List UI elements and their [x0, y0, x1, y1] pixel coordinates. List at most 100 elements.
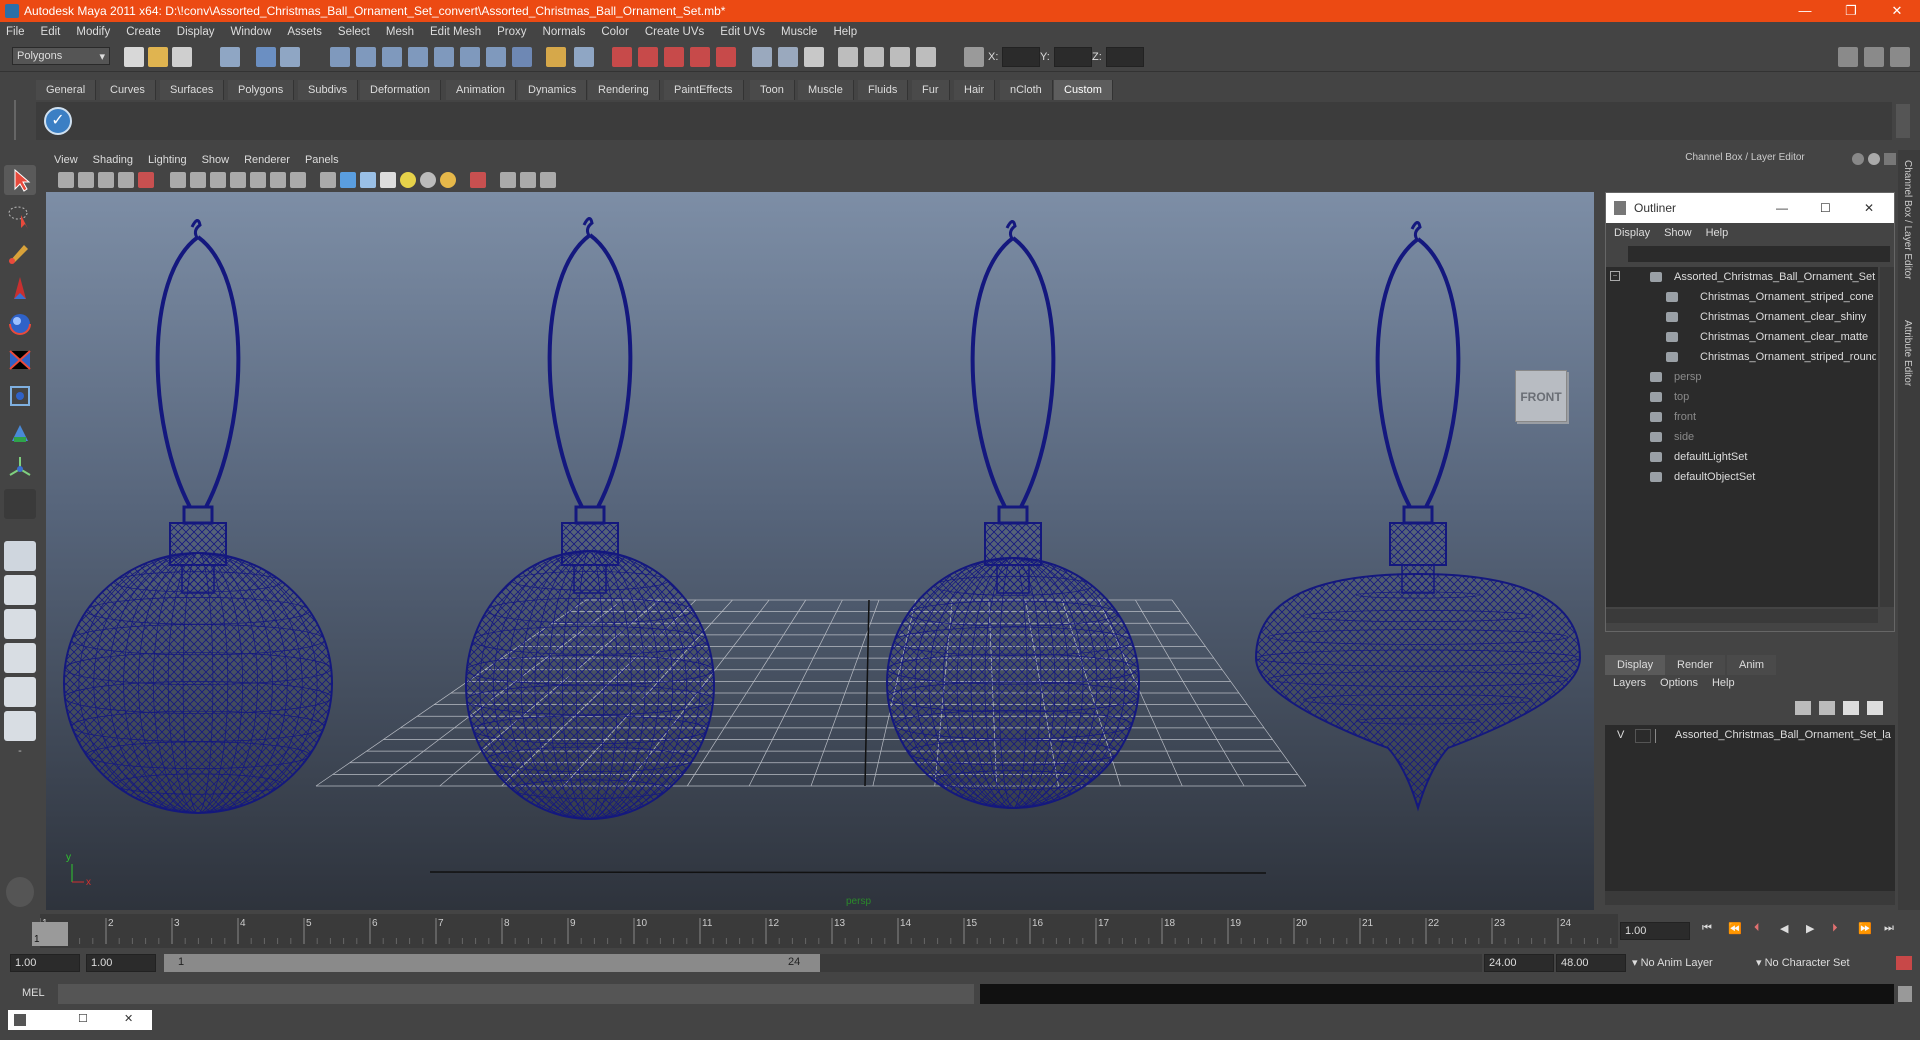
menu-create[interactable]: Create: [126, 26, 161, 38]
anim-layer-dropdown[interactable]: ▾ No Anim Layer: [1632, 954, 1752, 972]
outliner-item[interactable]: front: [1606, 407, 1876, 427]
shelf-tab-hair[interactable]: Hair: [954, 80, 996, 100]
shelf-tab-muscle[interactable]: Muscle: [798, 80, 854, 100]
field-chart-icon[interactable]: [250, 172, 266, 188]
new-scene-icon[interactable]: [124, 47, 144, 67]
viewport-scene[interactable]: persp y x FRONT: [46, 192, 1594, 910]
go-to-start-icon[interactable]: ⏮: [1702, 922, 1712, 935]
xray-icon[interactable]: [500, 172, 516, 188]
safe-action-icon[interactable]: [270, 172, 286, 188]
outliner-menu-display[interactable]: Display: [1614, 227, 1650, 239]
layer-playback-toggle[interactable]: [1635, 729, 1651, 743]
snap-edge-icon[interactable]: [460, 47, 480, 67]
shadows-icon[interactable]: [420, 172, 436, 188]
show-manipulator-icon[interactable]: [4, 453, 36, 483]
command-language-label[interactable]: MEL: [22, 987, 45, 999]
ipr-render-icon[interactable]: [690, 47, 710, 67]
menu-edit-uvs[interactable]: Edit UVs: [720, 26, 765, 38]
attribute-editor-icon[interactable]: [864, 47, 884, 67]
shelf-tab-toon[interactable]: Toon: [750, 80, 795, 100]
show-channel-box-icon[interactable]: [1890, 47, 1910, 67]
render-icon[interactable]: [664, 47, 684, 67]
shelf-tab-fur[interactable]: Fur: [912, 80, 950, 100]
script-editor-button-icon[interactable]: [1898, 986, 1912, 1002]
shelf-menu-handle[interactable]: [14, 100, 32, 140]
character-set-dropdown[interactable]: ▾ No Character Set: [1756, 954, 1892, 972]
high-quality-icon[interactable]: [440, 172, 456, 188]
snap-vertex-icon[interactable]: [486, 47, 506, 67]
layer-menu-options[interactable]: Options: [1660, 677, 1698, 689]
outliner-horizontal-scrollbar[interactable]: [1606, 609, 1878, 623]
outliner-item[interactable]: Christmas_Ornament_striped_round: [1606, 347, 1876, 367]
four-pane-layout-icon[interactable]: [4, 575, 36, 605]
channel-box-pin-icon[interactable]: [1884, 153, 1896, 165]
menu-create-uvs[interactable]: Create UVs: [645, 26, 704, 38]
move-layer-down-icon[interactable]: [1819, 701, 1835, 715]
outliner-item[interactable]: side: [1606, 427, 1876, 447]
outliner-item[interactable]: Assorted_Christmas_Ball_Ornament_Set: [1606, 267, 1876, 287]
close-button[interactable]: ✕: [1874, 0, 1920, 22]
paint-select-tool-icon[interactable]: [4, 237, 36, 267]
layer-tab-render[interactable]: Render: [1665, 655, 1726, 675]
range-bar[interactable]: 1 24: [164, 954, 820, 972]
outliner-layout-icon[interactable]: [4, 609, 36, 639]
minimized-window[interactable]: ☐ ✕: [8, 1010, 152, 1030]
single-pane-layout-icon[interactable]: [4, 541, 36, 571]
select-component-icon[interactable]: [280, 47, 300, 67]
tool-settings-icon[interactable]: [890, 47, 910, 67]
layout-menu-icon[interactable]: -: [4, 745, 36, 775]
viewport-menu-panels[interactable]: Panels: [305, 154, 339, 166]
restore-icon[interactable]: ☐: [78, 1012, 88, 1025]
lock-icon[interactable]: [546, 47, 566, 67]
layer-menu-layers[interactable]: Layers: [1613, 677, 1646, 689]
shelf-tab-curves[interactable]: Curves: [100, 80, 156, 100]
current-time-marker[interactable]: 1: [32, 922, 68, 946]
layer-visibility-toggle[interactable]: V: [1617, 729, 1624, 741]
shelf-tab-surfaces[interactable]: Surfaces: [160, 80, 225, 100]
panel-layout-icon[interactable]: [804, 47, 824, 67]
select-tool-icon[interactable]: [4, 165, 36, 195]
viewport-menu-shading[interactable]: Shading: [93, 154, 133, 166]
shelf-tab-painteffects[interactable]: PaintEffects: [664, 80, 744, 100]
layer-row[interactable]: V Assorted_Christmas_Ball_Ornament_Set_l…: [1605, 727, 1895, 745]
y-input[interactable]: [1054, 47, 1092, 67]
outliner-item[interactable]: persp: [1606, 367, 1876, 387]
menu-proxy[interactable]: Proxy: [497, 26, 526, 38]
grid-toggle-icon[interactable]: [170, 172, 186, 188]
menu-file[interactable]: File: [6, 26, 25, 38]
shelf-scroll[interactable]: [1896, 104, 1910, 138]
bookmark-icon[interactable]: [98, 172, 114, 188]
viewport-menu-renderer[interactable]: Renderer: [244, 154, 290, 166]
resolution-gate-icon[interactable]: [210, 172, 226, 188]
move-layer-up-icon[interactable]: [1795, 701, 1811, 715]
gate-mask-icon[interactable]: [230, 172, 246, 188]
shelf-tab-custom[interactable]: Custom: [1054, 80, 1113, 100]
safe-title-icon[interactable]: [290, 172, 306, 188]
xray-joints-icon[interactable]: [520, 172, 536, 188]
textured-icon[interactable]: [380, 172, 396, 188]
shelf-tab-dynamics[interactable]: Dynamics: [518, 80, 588, 100]
hypershade-layout-icon[interactable]: [4, 677, 36, 707]
shelf-tab-deformation[interactable]: Deformation: [360, 80, 441, 100]
shelf-tab-subdivs[interactable]: Subdivs: [298, 80, 359, 100]
move-tool-icon[interactable]: [4, 273, 36, 303]
outliner-vertical-scrollbar[interactable]: [1880, 267, 1894, 607]
viewport-panel[interactable]: View Shading Lighting Show Renderer Pane…: [46, 150, 1594, 910]
z-input[interactable]: [1106, 47, 1144, 67]
shelf-tab-fluids[interactable]: Fluids: [858, 80, 909, 100]
xray-components-icon[interactable]: [540, 172, 556, 188]
close-icon[interactable]: ✕: [124, 1012, 133, 1025]
help-icon[interactable]: [512, 47, 532, 67]
menu-window[interactable]: Window: [230, 26, 271, 38]
layer-tab-display[interactable]: Display: [1605, 655, 1666, 675]
playback-end-field[interactable]: 24.00: [1484, 954, 1554, 972]
wireframe-on-shaded-icon[interactable]: [360, 172, 376, 188]
outliner-item[interactable]: Christmas_Ornament_clear_matte: [1606, 327, 1876, 347]
select-object-icon[interactable]: [256, 47, 276, 67]
graph-layout-icon[interactable]: [4, 643, 36, 673]
layer-menu-help[interactable]: Help: [1712, 677, 1735, 689]
outliner-menu-show[interactable]: Show: [1664, 227, 1692, 239]
menu-modify[interactable]: Modify: [76, 26, 110, 38]
shelf-tab-general[interactable]: General: [36, 80, 97, 100]
shelf-tab-polygons[interactable]: Polygons: [228, 80, 295, 100]
